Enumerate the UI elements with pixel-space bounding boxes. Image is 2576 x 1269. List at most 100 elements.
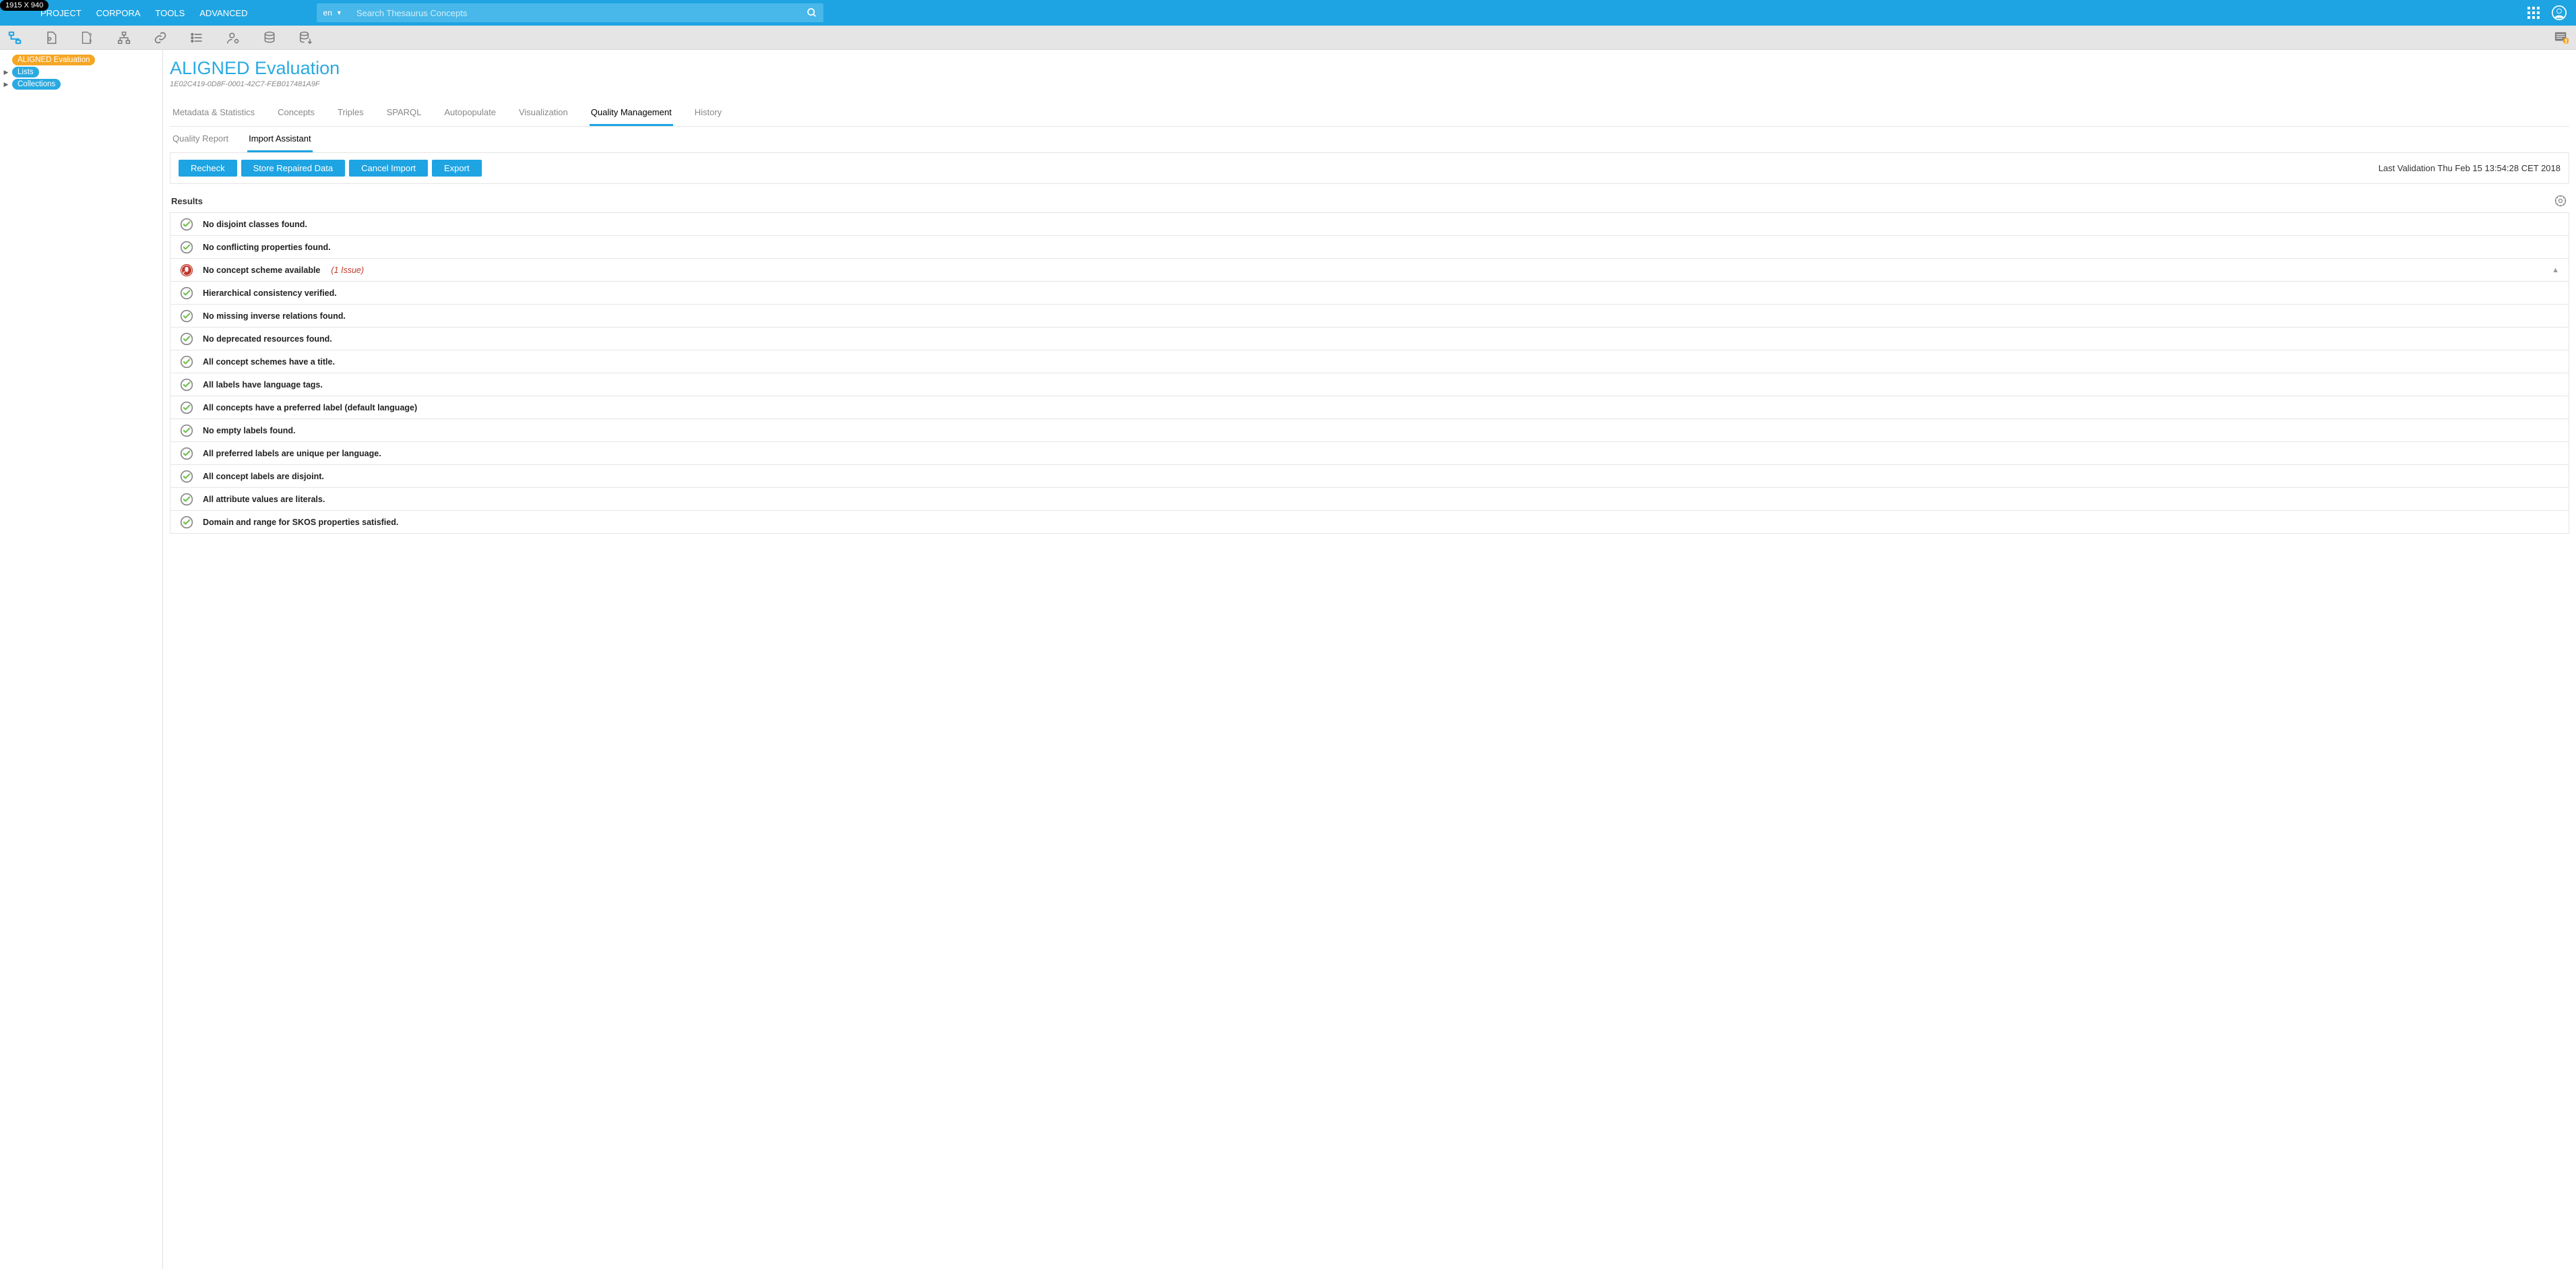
result-row: All concepts have a preferred label (def… [170, 396, 2569, 419]
user-settings-icon[interactable] [225, 30, 241, 46]
tab-autopopulate[interactable]: Autopopulate [443, 100, 497, 126]
last-validation-text: Last Validation Thu Feb 15 13:54:28 CET … [2379, 163, 2561, 173]
result-label: No empty labels found. [203, 426, 296, 435]
result-label: All attribute values are literals. [203, 495, 325, 504]
store-repaired-button[interactable]: Store Repaired Data [241, 160, 346, 177]
action-bar: Recheck Store Repaired Data Cancel Impor… [170, 153, 2569, 184]
tab-history[interactable]: History [693, 100, 723, 126]
result-row: Hierarchical consistency verified. [170, 282, 2569, 305]
result-row: Domain and range for SKOS properties sat… [170, 511, 2569, 534]
status-ok-icon [180, 241, 193, 254]
result-label: All concepts have a preferred label (def… [203, 403, 417, 412]
tree-root[interactable]: ALIGNED Evaluation [0, 54, 162, 66]
search-input[interactable] [352, 8, 800, 18]
tab-quality-management[interactable]: Quality Management [590, 100, 673, 126]
result-row: No empty labels found. [170, 419, 2569, 442]
result-label: All labels have language tags. [203, 380, 323, 390]
result-label: Hierarchical consistency verified. [203, 288, 337, 298]
results-title: Results [171, 196, 203, 206]
result-label: All preferred labels are unique per lang… [203, 449, 381, 458]
language-selector[interactable]: en ▼ [317, 3, 352, 22]
gear-icon[interactable] [2553, 193, 2568, 208]
result-row: All preferred labels are unique per lang… [170, 442, 2569, 465]
link-icon[interactable] [152, 30, 168, 46]
issue-count: (1 Issue) [331, 266, 364, 275]
status-error-icon [180, 264, 193, 277]
subtab-import-assistant[interactable]: Import Assistant [247, 127, 312, 152]
spacer [3, 57, 9, 63]
thesaurus-icon[interactable] [7, 30, 23, 46]
topbar-right [2526, 5, 2576, 20]
apps-grid-icon[interactable] [2526, 5, 2541, 20]
status-ok-icon [180, 447, 193, 460]
tab-triples[interactable]: Triples [336, 100, 365, 126]
nav-corpora[interactable]: CORPORA [96, 8, 141, 18]
tree-lists[interactable]: ▶ Lists [0, 66, 162, 78]
export-button[interactable]: Export [432, 160, 482, 177]
results-list: No disjoint classes found. No conflicting… [170, 212, 2569, 534]
svg-text:B: B [90, 39, 92, 43]
status-ok-icon [180, 286, 193, 300]
result-label: No missing inverse relations found. [203, 311, 346, 321]
tab-concepts[interactable]: Concepts [276, 100, 316, 126]
result-label: No disjoint classes found. [203, 220, 307, 229]
collapse-caret-icon[interactable]: ▲ [2552, 266, 2559, 274]
status-ok-icon [180, 493, 193, 506]
main-content: ALIGNED Evaluation 1E02C419-0D8F-0001-42… [163, 50, 2576, 1269]
expand-icon[interactable]: ▶ [3, 69, 9, 75]
status-ok-icon [180, 378, 193, 392]
status-ok-icon [180, 516, 193, 529]
tab-visualization[interactable]: Visualization [517, 100, 569, 126]
user-account-icon[interactable] [2552, 5, 2567, 20]
cancel-import-button[interactable]: Cancel Import [349, 160, 428, 177]
tab-sparql[interactable]: SPARQL [385, 100, 423, 126]
result-label: Domain and range for SKOS properties sat… [203, 518, 398, 527]
result-label: No conflicting properties found. [203, 243, 331, 252]
toolbar: AB [0, 26, 2576, 50]
status-ok-icon [180, 355, 193, 369]
search-bar: en ▼ [317, 3, 823, 22]
list-icon[interactable] [189, 30, 205, 46]
ab-document-icon[interactable]: AB [80, 30, 96, 46]
search-icon[interactable] [800, 3, 823, 22]
status-ok-icon [180, 218, 193, 231]
tree-lists-badge[interactable]: Lists [12, 67, 39, 78]
result-row: No missing inverse relations found. [170, 305, 2569, 328]
dimension-badge: 1915 X 940 [0, 0, 49, 11]
result-label: No concept scheme available [203, 266, 320, 275]
tab-metadata-statistics[interactable]: Metadata & Statistics [171, 100, 256, 126]
status-ok-icon [180, 424, 193, 437]
tree-collections-badge[interactable]: Collections [12, 79, 61, 90]
svg-text:A: A [90, 32, 92, 36]
hierarchy-icon[interactable] [116, 30, 132, 46]
status-ok-icon [180, 401, 193, 414]
recheck-button[interactable]: Recheck [179, 160, 237, 177]
tree-sidebar: ALIGNED Evaluation ▶ Lists ▶ Collections [0, 50, 163, 1269]
page-uri: 1E02C419-0D8F-0001-42C7-FEB017481A9F [170, 80, 2569, 88]
tree-root-badge[interactable]: ALIGNED Evaluation [12, 55, 95, 65]
language-code: en [323, 8, 332, 18]
result-row: All labels have language tags. [170, 373, 2569, 396]
chevron-down-icon: ▼ [336, 9, 342, 16]
tree-collections[interactable]: ▶ Collections [0, 78, 162, 90]
result-row[interactable]: No concept scheme available (1 Issue) ▲ [170, 259, 2569, 282]
page-title: ALIGNED Evaluation [170, 58, 2569, 79]
result-row: No deprecated resources found. [170, 328, 2569, 350]
new-document-icon[interactable] [43, 30, 59, 46]
result-label: No deprecated resources found. [203, 334, 332, 344]
sub-tabs: Quality Report Import Assistant [170, 127, 2569, 153]
notifications-icon[interactable] [2553, 30, 2569, 46]
status-ok-icon [180, 309, 193, 323]
expand-icon[interactable]: ▶ [3, 81, 9, 88]
result-label: All concept labels are disjoint. [203, 472, 324, 481]
results-header: Results [170, 184, 2569, 212]
main-tabs: Metadata & Statistics Concepts Triples SPAR… [170, 100, 2569, 127]
nav-tools[interactable]: TOOLS [155, 8, 185, 18]
result-row: All concept labels are disjoint. [170, 465, 2569, 488]
nav-advanced[interactable]: ADVANCED [199, 8, 247, 18]
result-label: All concept schemes have a title. [203, 357, 335, 367]
database-icon[interactable] [261, 30, 278, 46]
result-row: All attribute values are literals. [170, 488, 2569, 511]
subtab-quality-report[interactable]: Quality Report [171, 127, 230, 152]
database-import-icon[interactable] [298, 30, 314, 46]
